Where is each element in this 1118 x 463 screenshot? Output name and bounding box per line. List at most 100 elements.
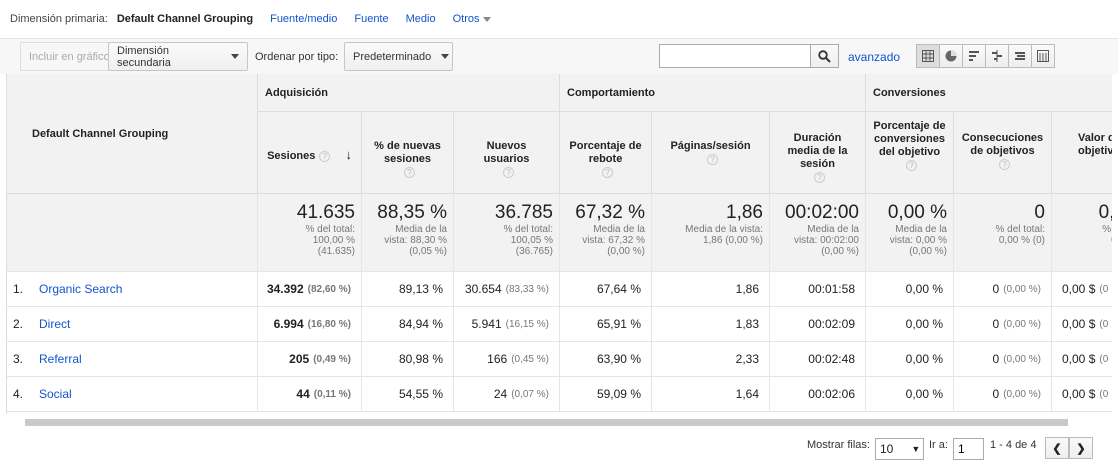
- prev-page-button[interactable]: ❮: [1045, 437, 1069, 459]
- cell-percent: (0,00 %): [1003, 283, 1041, 295]
- horizontal-scrollbar[interactable]: [25, 419, 1068, 426]
- term-cloud-view-button[interactable]: [1008, 44, 1032, 68]
- help-icon[interactable]: ?: [906, 159, 917, 171]
- group-header-behavior: Comportamiento: [560, 74, 866, 112]
- dimension-option-medio[interactable]: Medio: [406, 13, 436, 25]
- sort-type-dropdown[interactable]: Predeterminado: [344, 42, 453, 71]
- primary-dimension-active: Default Channel Grouping: [116, 13, 254, 25]
- table-toolbar: Incluir en gráfico Dimensión secundaria …: [0, 38, 1118, 74]
- table-search-input[interactable]: [659, 44, 811, 68]
- next-page-button[interactable]: ❯: [1069, 437, 1093, 459]
- cell-value: 1,64: [735, 387, 759, 401]
- total-cell: 0,00 % Media de la vista: 0,00 % (0,00 %): [866, 194, 954, 272]
- column-header-new-users[interactable]: Nuevos usuarios?: [454, 112, 560, 194]
- table-grid-icon: [922, 50, 934, 62]
- column-header-new-sessions[interactable]: % de nuevas sesiones?: [362, 112, 454, 194]
- cell-value: 59,09 %: [596, 387, 641, 401]
- channel-link[interactable]: Social: [39, 387, 72, 401]
- cell-percent: (82,60 %): [307, 283, 351, 295]
- help-icon[interactable]: ?: [602, 166, 613, 178]
- group-header-conversions: Conversiones: [866, 74, 1112, 112]
- cell-value: 6.994: [273, 317, 304, 331]
- cell-percent: (0,00 %): [1003, 388, 1041, 400]
- cell-value: 0: [992, 317, 1000, 331]
- table-cell: 67,64 %: [560, 272, 652, 307]
- dimension-column-header[interactable]: Default Channel Grouping: [7, 74, 258, 194]
- rows-per-page-value: 10: [880, 442, 894, 456]
- channel-link[interactable]: Organic Search: [39, 282, 122, 296]
- goto-page-input[interactable]: [953, 438, 984, 460]
- channel-link[interactable]: Referral: [39, 352, 82, 366]
- dimension-others-dropdown[interactable]: Otros: [453, 13, 492, 25]
- cell-value: 65,91 %: [596, 317, 641, 331]
- total-value: 00:02:00: [785, 202, 859, 223]
- comparison-icon: [992, 50, 1002, 62]
- help-icon[interactable]: ?: [404, 166, 415, 178]
- table-cell: 166 (0,45 %): [454, 342, 560, 377]
- table-cell: 0,00 $ (0: [1052, 342, 1112, 377]
- dimension-option-fuente-medio[interactable]: Fuente/medio: [270, 13, 337, 25]
- search-button[interactable]: [810, 44, 839, 68]
- table-view-button[interactable]: [916, 44, 940, 68]
- table-cell: 00:02:06: [770, 377, 866, 412]
- column-header-goal-completions[interactable]: Consecuciones de objetivos?: [954, 112, 1052, 194]
- cell-percent: (0,00 %): [1003, 318, 1041, 330]
- channel-link[interactable]: Direct: [39, 317, 70, 331]
- table-row: 1. Organic Search: [7, 272, 258, 307]
- table-row: 4. Social: [7, 377, 258, 412]
- cell-value: 0,00 $: [1062, 282, 1096, 296]
- dimension-option-fuente[interactable]: Fuente: [354, 13, 388, 25]
- column-header-bounce-rate[interactable]: Porcentaje de rebote?: [560, 112, 652, 194]
- table-cell: 0 (0,00 %): [954, 272, 1052, 307]
- column-header-pages-session[interactable]: Páginas/sesión?: [652, 112, 770, 194]
- help-icon[interactable]: ?: [707, 153, 718, 165]
- advanced-filter-link[interactable]: avanzado: [848, 50, 900, 64]
- total-subtext: (0,00 %): [607, 246, 645, 257]
- total-cell: 36.785% del total: 100,05 % (36.765): [454, 194, 560, 272]
- table-row: 3. Referral: [7, 342, 258, 377]
- cell-percent: (0,00 %): [1003, 353, 1041, 365]
- chevron-left-icon: ❮: [1052, 442, 1062, 455]
- term-cloud-icon: [1015, 52, 1025, 60]
- help-icon[interactable]: ?: [503, 166, 514, 178]
- performance-view-button[interactable]: [962, 44, 986, 68]
- table-cell: 0,00 %: [866, 307, 954, 342]
- row-number: 2.: [13, 317, 24, 331]
- column-header-sessions[interactable]: Sesiones? ↓: [258, 112, 362, 194]
- pivot-view-button[interactable]: [1031, 44, 1055, 68]
- plot-rows-button[interactable]: Incluir en gráfico: [20, 42, 119, 71]
- cell-value: 34.392: [266, 282, 304, 296]
- table-cell: 0,00 %: [866, 342, 954, 377]
- table-cell: 0 (0,00 %): [954, 307, 1052, 342]
- secondary-dimension-dropdown[interactable]: Dimensión secundaria: [108, 42, 248, 71]
- totals-label-cell: [7, 194, 258, 272]
- column-header-avg-duration[interactable]: Duración media de la sesión?: [770, 112, 866, 194]
- table-cell: 44 (0,11 %): [258, 377, 362, 412]
- row-number: 3.: [13, 352, 24, 366]
- cell-percent: (16,80 %): [307, 318, 351, 330]
- column-label: Duración media de la sesión: [787, 132, 848, 170]
- cell-value: 0: [992, 352, 1000, 366]
- pie-chart-icon: [945, 50, 957, 62]
- table-cell: 1,86: [652, 272, 770, 307]
- table-cell: 59,09 %: [560, 377, 652, 412]
- total-value: 67,32 %: [575, 202, 645, 223]
- table-cell: 00:02:09: [770, 307, 866, 342]
- column-label: Páginas/sesión: [670, 140, 751, 152]
- chevron-down-icon: [483, 16, 492, 22]
- pivot-icon: [1037, 50, 1049, 62]
- table-cell: 34.392 (82,60 %): [258, 272, 362, 307]
- table-cell: 0,00 $ (0: [1052, 272, 1112, 307]
- column-header-conversion-rate[interactable]: Porcentaje de conversiones del objetivo?: [866, 112, 954, 194]
- help-icon[interactable]: ?: [319, 150, 331, 162]
- help-icon[interactable]: ?: [999, 158, 1010, 170]
- table-cell: 6.994 (16,80 %): [258, 307, 362, 342]
- cell-value: 84,94 %: [398, 317, 443, 331]
- column-header-goal-value[interactable]: Valor de objetivo: [1052, 112, 1112, 194]
- pie-view-button[interactable]: [939, 44, 963, 68]
- comparison-view-button[interactable]: [985, 44, 1009, 68]
- view-switcher: [916, 44, 1055, 68]
- table-cell: 2,33: [652, 342, 770, 377]
- rows-per-page-select[interactable]: 10 ▼: [875, 438, 924, 460]
- help-icon[interactable]: ?: [814, 171, 825, 183]
